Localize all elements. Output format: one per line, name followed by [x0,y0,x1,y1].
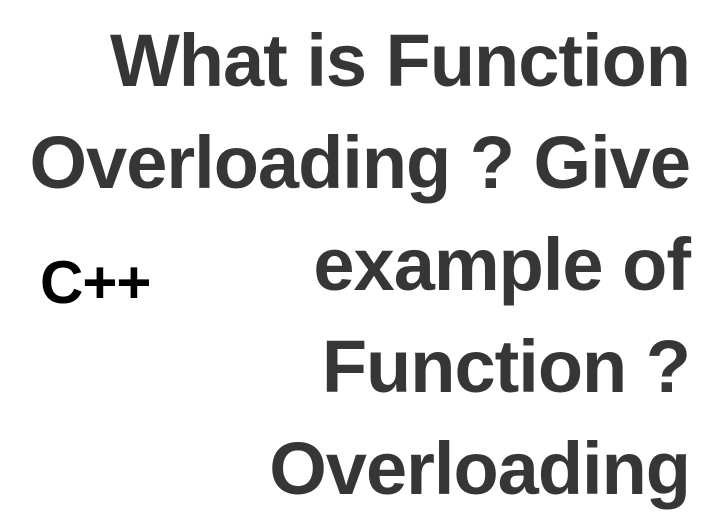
document-container: What is Function Overloading ? Give exam… [0,0,720,531]
language-label: C++ [40,248,150,317]
